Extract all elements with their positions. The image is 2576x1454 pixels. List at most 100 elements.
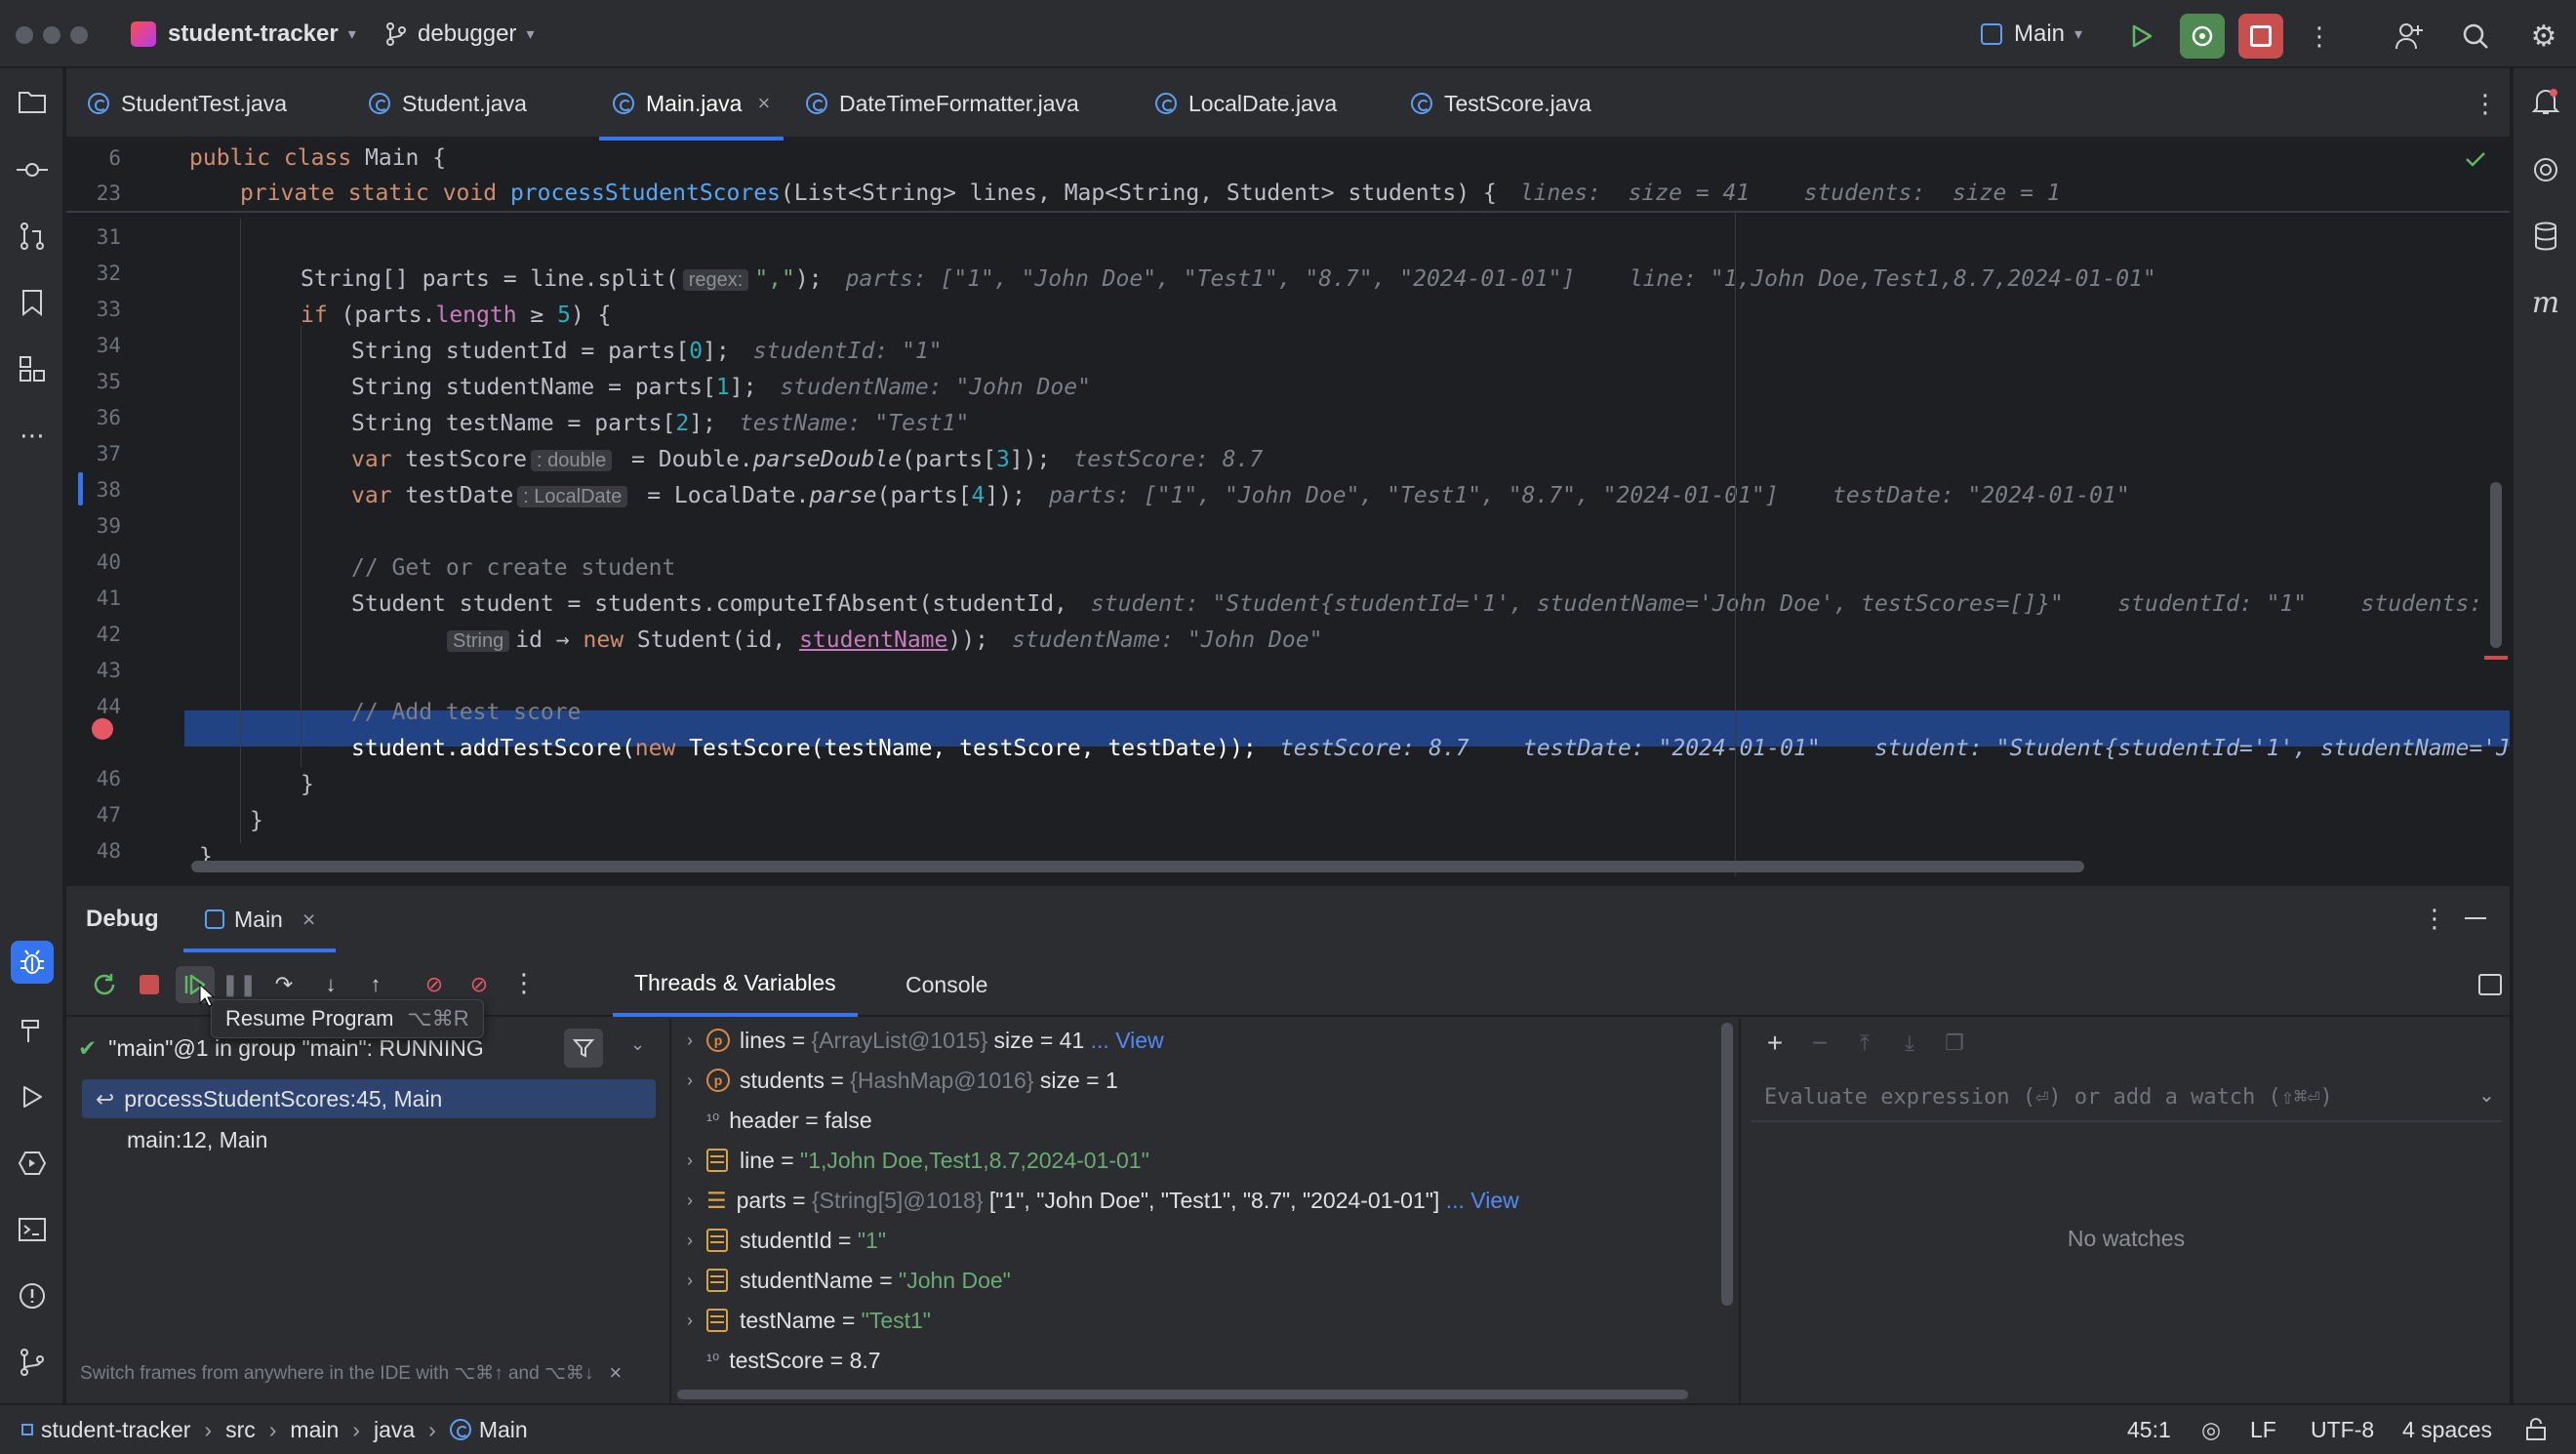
watch-expression-input[interactable]: Evaluate expression (⏎) or add a watch (…	[1751, 1073, 2502, 1122]
tab-console[interactable]: Console	[906, 952, 987, 1017]
chevron-right-icon[interactable]: ›	[673, 1271, 706, 1291]
code-editor[interactable]: 6 public class Main { 23 private static …	[66, 141, 2510, 884]
commit-tool-button[interactable]	[11, 148, 54, 191]
layout-icon[interactable]	[2478, 974, 2502, 995]
step-into-button[interactable]: ↓	[314, 968, 347, 1001]
tab-main[interactable]: Main.java ×	[599, 68, 785, 141]
terminal-tool-button[interactable]	[11, 1208, 54, 1251]
vertical-scrollbar[interactable]	[2490, 482, 2502, 648]
bookmarks-tool-button[interactable]	[11, 281, 54, 324]
close-icon[interactable]: ×	[757, 91, 770, 116]
chevron-down-icon[interactable]: ⌄	[630, 1034, 645, 1055]
frame-item[interactable]: ↩ processStudentScores:45, Main	[82, 1079, 656, 1118]
project-selector[interactable]: student-tracker ▾	[131, 0, 356, 68]
breadcrumb-item[interactable]: student-tracker	[41, 1417, 190, 1443]
run-button[interactable]	[2119, 14, 2164, 59]
variable-row[interactable]: › line = "1,John Doe,Test1,8.7,2024-01-01…	[673, 1141, 1149, 1180]
maven-button[interactable]: m	[2524, 281, 2567, 324]
more-debug-actions-button[interactable]: ⋮	[507, 966, 541, 999]
caret-position[interactable]: 45:1	[2127, 1405, 2171, 1454]
horizontal-scrollbar[interactable]	[191, 861, 2084, 872]
line-separator[interactable]: LF	[2250, 1405, 2276, 1454]
variables-vertical-scrollbar[interactable]	[1721, 1023, 1733, 1306]
structure-tool-button[interactable]	[11, 347, 54, 390]
chevron-right-icon[interactable]: ›	[673, 1311, 706, 1331]
problems-tool-button[interactable]	[11, 1274, 54, 1317]
settings-button[interactable]: ⚙	[2521, 14, 2566, 59]
pause-button[interactable]: ❚❚	[221, 968, 258, 1001]
breakpoint-icon[interactable]	[92, 718, 113, 740]
run-config-selector[interactable]: Main ▾	[1981, 0, 2082, 68]
ai-status-icon[interactable]: ◎	[2201, 1405, 2221, 1454]
chevron-down-icon[interactable]: ⌄	[2478, 1083, 2495, 1108]
notifications-button[interactable]	[2524, 80, 2567, 123]
more-vertical-icon[interactable]: ⋮	[2422, 904, 2447, 934]
variable-row[interactable]: › studentName = "John Doe"	[673, 1261, 1011, 1300]
variable-row[interactable]: › p students = {HashMap@1016} size = 1	[673, 1061, 1118, 1100]
file-encoding[interactable]: UTF-8	[2311, 1405, 2374, 1454]
more-actions-button[interactable]: ⋮	[2297, 14, 2342, 59]
debug-session-tab[interactable]: Main ×	[205, 886, 315, 952]
tabs-menu-button[interactable]: ⋮	[2473, 68, 2498, 139]
build-tool-button[interactable]	[11, 1009, 54, 1052]
close-icon[interactable]: ×	[302, 907, 315, 933]
services-tool-button[interactable]	[11, 1142, 54, 1185]
view-link[interactable]: ... View	[1446, 1188, 1519, 1214]
step-out-button[interactable]: ↑	[359, 968, 392, 1001]
debug-tool-button[interactable]	[11, 941, 54, 984]
close-icon[interactable]: ×	[609, 1360, 622, 1386]
step-over-button[interactable]: ↷	[267, 968, 301, 1001]
rerun-button[interactable]	[88, 968, 121, 1001]
chevron-right-icon[interactable]: ›	[673, 1151, 706, 1171]
view-breakpoints-button[interactable]: ⊘	[418, 968, 451, 1001]
variable-row[interactable]: › testName = "Test1"	[673, 1301, 931, 1340]
variables-horizontal-scrollbar[interactable]	[677, 1390, 1688, 1399]
stop-button[interactable]	[2238, 14, 2283, 59]
variable-row[interactable]: › ☰ parts = {String[5]@1018} ["1", "John D…	[673, 1181, 1519, 1220]
window-close-button[interactable]	[16, 26, 33, 44]
run-tool-button[interactable]	[11, 1075, 54, 1118]
filter-button[interactable]	[564, 1029, 603, 1068]
tab-threads-variables[interactable]: Threads & Variables	[613, 952, 858, 1017]
move-up-button[interactable]: ⤒	[1848, 1027, 1881, 1060]
code-with-me-button[interactable]	[2387, 14, 2432, 59]
indent-setting[interactable]: 4 spaces	[2402, 1405, 2492, 1454]
tab-testscore[interactable]: TestScore.java	[1411, 68, 1591, 139]
version-control-tool-button[interactable]	[11, 1341, 54, 1384]
variable-row[interactable]: › studentId = "1"	[673, 1221, 886, 1260]
move-down-button[interactable]: ⤓	[1893, 1027, 1926, 1060]
chevron-right-icon[interactable]: ›	[673, 1030, 706, 1051]
breadcrumb-item[interactable]: main	[290, 1417, 339, 1443]
mute-breakpoints-button[interactable]: ⊘	[463, 968, 496, 1001]
breadcrumb-item[interactable]: java	[374, 1417, 415, 1443]
remove-watch-button[interactable]: −	[1803, 1027, 1836, 1060]
database-button[interactable]	[2524, 215, 2567, 258]
variable-row[interactable]: ¹⁰ testScore = 8.7	[673, 1341, 881, 1380]
tab-localdate[interactable]: LocalDate.java	[1155, 68, 1337, 139]
chevron-right-icon[interactable]: ›	[673, 1191, 706, 1211]
chevron-right-icon[interactable]: ›	[673, 1070, 706, 1091]
tab-datetimeformatter[interactable]: DateTimeFormatter.java	[806, 68, 1079, 139]
frame-item[interactable]: main:12, Main	[82, 1120, 656, 1159]
ai-assistant-button[interactable]	[2524, 148, 2567, 191]
project-tool-button[interactable]	[11, 80, 54, 123]
breadcrumb-item[interactable]: Main	[479, 1417, 528, 1443]
window-zoom-button[interactable]	[70, 26, 88, 44]
pull-requests-tool-button[interactable]	[11, 215, 54, 258]
window-minimize-button[interactable]	[43, 26, 60, 44]
variable-row[interactable]: › p lines = {ArrayList@1015} size = 41 ...…	[673, 1021, 1164, 1060]
branch-selector[interactable]: debugger ▾	[384, 0, 534, 68]
breadcrumb-item[interactable]: src	[225, 1417, 256, 1443]
search-button[interactable]	[2453, 14, 2498, 59]
chevron-right-icon[interactable]: ›	[673, 1231, 706, 1251]
debug-button[interactable]	[2180, 14, 2225, 59]
minimize-icon[interactable]	[2465, 917, 2486, 919]
lock-icon[interactable]	[2525, 1405, 2547, 1454]
stop-button[interactable]	[133, 968, 166, 1001]
tab-student[interactable]: Student.java	[369, 68, 527, 139]
duplicate-watch-button[interactable]: ❐	[1938, 1027, 1971, 1060]
view-link[interactable]: ... View	[1091, 1028, 1164, 1054]
add-watch-button[interactable]: +	[1758, 1027, 1791, 1060]
more-tools-button[interactable]: ⋯	[11, 414, 54, 457]
variable-row[interactable]: ¹⁰ header = false	[673, 1101, 872, 1140]
